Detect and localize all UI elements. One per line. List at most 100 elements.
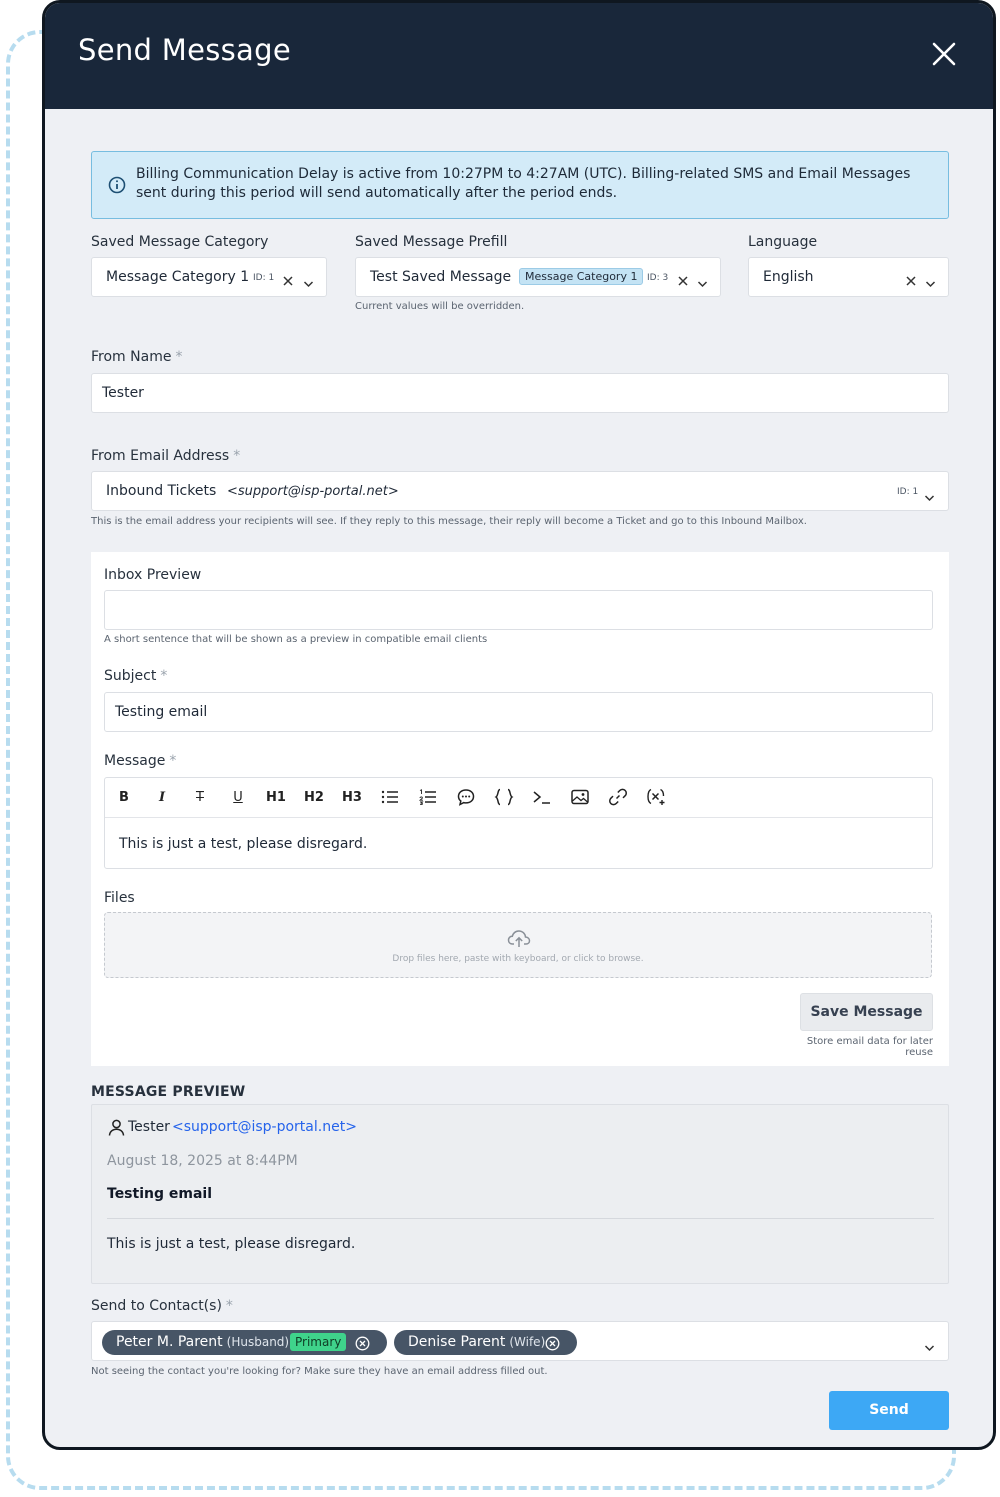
message-label: Message * — [104, 753, 176, 769]
saved-prefill-id: ID: 3 — [647, 273, 669, 283]
inbox-preview-help: A short sentence that will be shown as a… — [104, 634, 488, 645]
required-mark: * — [160, 668, 168, 684]
preview-subject: Testing email — [107, 1186, 212, 1202]
from-email-name: Inbound Tickets — [106, 483, 217, 499]
chevron-down-icon[interactable] — [303, 273, 314, 292]
save-message-help: Store email data for later reuse — [806, 1036, 933, 1058]
italic-button[interactable]: I — [145, 778, 179, 816]
code-block-icon[interactable] — [487, 778, 521, 816]
subject-label: Subject * — [104, 668, 167, 684]
send-message-modal: Send Message Billing Communication Delay… — [42, 0, 996, 1450]
from-email-help: This is the email address your recipient… — [91, 516, 807, 527]
comment-icon[interactable] — [449, 778, 483, 816]
save-message-button[interactable]: Save Message — [800, 993, 933, 1031]
modal-header: Send Message — [45, 3, 993, 109]
from-email-label-text: From Email Address — [91, 448, 230, 464]
from-name-label-text: From Name — [91, 349, 172, 365]
variable-icon[interactable] — [639, 778, 673, 816]
saved-category-id: ID: 1 — [253, 273, 275, 283]
from-name-value: Tester — [102, 385, 144, 401]
chevron-down-icon[interactable] — [924, 1337, 935, 1356]
alert-text: Billing Communication Delay is active fr… — [136, 166, 911, 201]
close-icon[interactable] — [929, 39, 959, 69]
subject-value: Testing email — [115, 704, 208, 720]
modal-title: Send Message — [78, 33, 291, 67]
send-to-help: Not seeing the contact you're looking fo… — [91, 1366, 548, 1377]
dropzone-text: Drop files here, paste with keyboard, or… — [392, 954, 644, 964]
contact-name: Peter M. Parent — [116, 1334, 223, 1350]
inbox-preview-input[interactable] — [104, 590, 933, 630]
clear-icon[interactable] — [282, 272, 294, 291]
saved-prefill-select[interactable]: Test Saved Message Message Category 1 ID… — [355, 257, 721, 297]
preview-divider — [107, 1218, 934, 1219]
contact-name: Denise Parent — [408, 1334, 506, 1350]
chevron-down-icon[interactable] — [924, 487, 935, 506]
from-name-input[interactable]: Tester — [91, 373, 949, 413]
remove-contact-icon[interactable] — [545, 1335, 560, 1360]
language-value: English — [763, 269, 814, 285]
saved-prefill-help: Current values will be overridden. — [355, 301, 525, 312]
saved-category-value: Message Category 1 — [106, 269, 250, 285]
from-email-select[interactable]: Inbound Tickets <support@isp-portal.net>… — [91, 471, 949, 511]
user-icon — [108, 1119, 125, 1140]
remove-contact-icon[interactable] — [355, 1335, 370, 1360]
billing-delay-alert: Billing Communication Delay is active fr… — [91, 151, 949, 219]
send-to-label: Send to Contact(s) * — [91, 1298, 233, 1314]
file-dropzone[interactable]: Drop files here, paste with keyboard, or… — [104, 912, 932, 978]
chevron-down-icon[interactable] — [925, 273, 936, 292]
required-mark: * — [175, 349, 183, 365]
required-mark: * — [225, 1298, 233, 1314]
message-label-text: Message — [104, 753, 166, 769]
subject-input[interactable]: Testing email — [104, 692, 933, 732]
info-icon — [108, 176, 126, 198]
contacts-select[interactable]: Peter M. Parent (Husband) Primary Denise … — [91, 1321, 949, 1361]
language-label: Language — [748, 234, 818, 250]
from-email-address: <support@isp-portal.net> — [227, 484, 399, 499]
heading3-button[interactable]: H3 — [335, 778, 369, 816]
message-preview-title: MESSAGE PREVIEW — [91, 1084, 246, 1100]
from-email-id: ID: 1 — [897, 487, 919, 497]
files-label: Files — [104, 890, 135, 906]
send-button[interactable]: Send — [829, 1391, 949, 1430]
send-to-label-text: Send to Contact(s) — [91, 1298, 222, 1314]
saved-category-label: Saved Message Category — [91, 234, 269, 250]
terminal-icon[interactable] — [525, 778, 559, 816]
from-name-label: From Name * — [91, 349, 182, 365]
link-icon[interactable] — [601, 778, 635, 816]
email-compose-panel: Inbox Preview A short sentence that will… — [91, 552, 949, 1066]
saved-prefill-label: Saved Message Prefill — [355, 234, 508, 250]
clear-icon[interactable] — [905, 272, 917, 291]
contact-chip: Peter M. Parent (Husband) Primary — [102, 1330, 387, 1355]
clear-icon[interactable] — [677, 272, 689, 291]
required-mark: * — [233, 448, 241, 464]
inbox-preview-label: Inbox Preview — [104, 567, 202, 583]
preview-from-name: Tester — [128, 1119, 170, 1135]
ordered-list-icon[interactable] — [411, 778, 445, 816]
chevron-down-icon[interactable] — [697, 273, 708, 292]
preview-body: This is just a test, please disregard. — [107, 1236, 356, 1252]
subject-label-text: Subject — [104, 668, 157, 684]
from-email-label: From Email Address * — [91, 448, 240, 464]
primary-badge: Primary — [290, 1333, 347, 1351]
saved-prefill-value: Test Saved Message — [370, 269, 512, 285]
saved-category-select[interactable]: Message Category 1 ID: 1 — [91, 257, 327, 297]
heading2-button[interactable]: H2 — [297, 778, 331, 816]
bold-button[interactable]: B — [107, 778, 141, 816]
language-select[interactable]: English — [748, 257, 949, 297]
message-body[interactable]: This is just a test, please disregard. — [119, 836, 367, 852]
bullet-list-icon[interactable] — [373, 778, 407, 816]
category-chip: Message Category 1 — [519, 268, 644, 285]
message-editor: B I T U H1 H2 H3 This is just a test, pl… — [104, 777, 933, 869]
underline-button[interactable]: U — [221, 778, 255, 816]
cloud-upload-icon — [507, 929, 531, 953]
strikethrough-button[interactable]: T — [183, 778, 217, 816]
contact-relation: (Wife) — [509, 1335, 546, 1349]
preview-date: August 18, 2025 at 8:44PM — [107, 1153, 298, 1169]
editor-toolbar: B I T U H1 H2 H3 — [105, 778, 932, 818]
required-mark: * — [169, 753, 177, 769]
preview-from-email[interactable]: <support@isp-portal.net> — [172, 1119, 357, 1135]
image-icon[interactable] — [563, 778, 597, 816]
contact-chip: Denise Parent (Wife) — [394, 1330, 577, 1355]
heading1-button[interactable]: H1 — [259, 778, 293, 816]
contact-relation: (Husband) — [226, 1335, 290, 1349]
